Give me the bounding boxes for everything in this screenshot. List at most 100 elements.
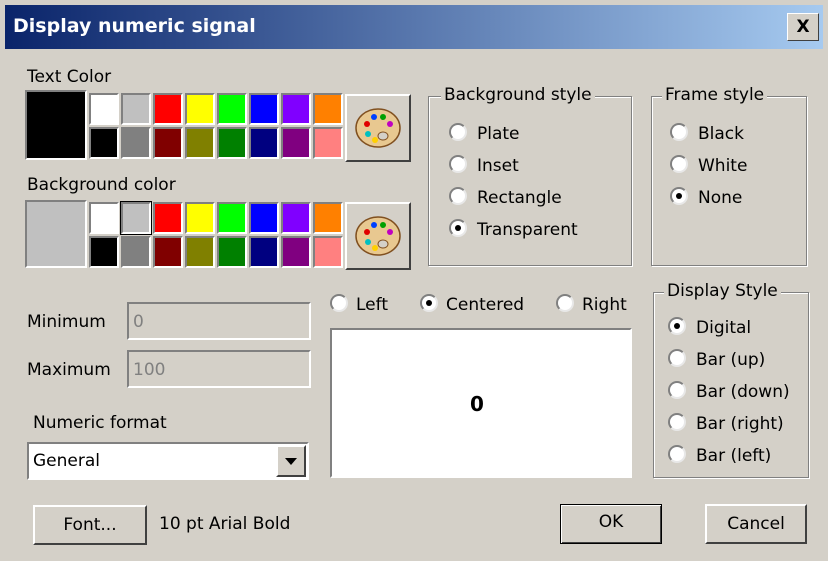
text-color-swatch[interactable] — [249, 93, 279, 125]
frame-style-group: Frame style Black White None — [651, 85, 807, 266]
alignment-radio-left[interactable]: Left — [330, 294, 388, 315]
display-style-group: Display Style Digital Bar (up) Bar (down) B… — [653, 281, 809, 478]
background-color-swatch[interactable] — [89, 236, 119, 268]
text-color-current — [25, 90, 87, 160]
display-style-radio-bar-left[interactable]: Bar (left) — [668, 445, 771, 466]
display-style-radio-bar-down[interactable]: Bar (down) — [668, 381, 790, 402]
text-color-swatch[interactable] — [153, 93, 183, 125]
text-color-swatch[interactable] — [153, 127, 183, 159]
background-color-swatch[interactable] — [153, 202, 183, 234]
background-color-swatch[interactable] — [281, 202, 311, 234]
background-style-radio-transparent[interactable]: Transparent — [449, 219, 578, 240]
numeric-format-value: General — [33, 451, 100, 471]
dialog-window: Display numeric signal X Text Color Back… — [0, 0, 828, 561]
background-style-radio-rectangle[interactable]: Rectangle — [449, 187, 562, 208]
alignment-radio-centered[interactable]: Centered — [420, 294, 524, 315]
alignment-radio-right[interactable]: Right — [556, 294, 627, 315]
display-style-option-label: Bar (right) — [696, 414, 784, 434]
frame-style-option-label: None — [698, 188, 743, 208]
radio-circle-icon — [670, 187, 688, 205]
cancel-button[interactable]: Cancel — [705, 504, 807, 544]
numeric-format-select[interactable]: General — [27, 442, 309, 480]
radio-circle-icon — [449, 187, 467, 205]
background-style-label: Background style — [441, 85, 595, 105]
background-style-group: Background style Plate Inset Rectangle Tran… — [428, 85, 632, 266]
background-style-option-label: Inset — [477, 156, 519, 176]
chevron-down-icon — [285, 458, 297, 465]
text-color-swatch[interactable] — [89, 93, 119, 125]
palette-icon — [355, 108, 401, 148]
background-color-swatch[interactable] — [120, 201, 152, 235]
text-color-swatch[interactable] — [185, 127, 215, 159]
display-style-radio-bar-up[interactable]: Bar (up) — [668, 349, 765, 370]
display-style-option-label: Bar (up) — [696, 350, 766, 370]
display-style-radio-bar-right[interactable]: Bar (right) — [668, 413, 784, 434]
text-color-swatch[interactable] — [89, 127, 119, 159]
background-color-swatch[interactable] — [185, 236, 215, 268]
background-color-swatch[interactable] — [89, 202, 119, 234]
background-style-radio-inset[interactable]: Inset — [449, 155, 519, 176]
minimum-field[interactable]: 0 — [127, 302, 311, 340]
maximum-label: Maximum — [27, 360, 111, 380]
text-color-swatch[interactable] — [185, 93, 215, 125]
alignment-option-label: Centered — [446, 295, 525, 315]
font-button[interactable]: Font... — [33, 505, 147, 545]
text-color-swatch[interactable] — [121, 127, 151, 159]
radio-circle-icon — [668, 381, 686, 399]
dropdown-button[interactable] — [276, 445, 306, 477]
radio-circle-icon — [330, 294, 348, 312]
text-color-swatch[interactable] — [121, 93, 151, 125]
background-color-swatch[interactable] — [313, 236, 343, 268]
background-color-swatch[interactable] — [313, 202, 343, 234]
preview-box: 0 — [330, 328, 632, 478]
background-color-swatch[interactable] — [249, 202, 279, 234]
palette-icon — [355, 216, 401, 256]
background-color-swatch[interactable] — [185, 202, 215, 234]
frame-style-radio-none[interactable]: None — [670, 187, 742, 208]
font-description: 10 pt Arial Bold — [159, 514, 291, 534]
display-style-label: Display Style — [664, 281, 781, 301]
numeric-format-label: Numeric format — [33, 413, 167, 433]
frame-style-radio-white[interactable]: White — [670, 155, 747, 176]
background-color-swatch[interactable] — [217, 202, 247, 234]
text-color-swatch[interactable] — [313, 93, 343, 125]
background-color-swatch[interactable] — [121, 236, 151, 268]
radio-circle-icon — [670, 123, 688, 141]
ok-button[interactable]: OK — [560, 504, 662, 544]
text-color-swatch[interactable] — [249, 127, 279, 159]
radio-circle-icon — [449, 155, 467, 173]
frame-style-option-label: Black — [698, 124, 744, 144]
background-color-swatch[interactable] — [217, 236, 247, 268]
background-color-label: Background color — [27, 175, 176, 195]
display-style-option-label: Bar (left) — [696, 446, 772, 466]
frame-style-option-label: White — [698, 156, 748, 176]
maximum-field[interactable]: 100 — [127, 350, 311, 388]
radio-circle-icon — [668, 445, 686, 463]
background-color-swatch[interactable] — [281, 236, 311, 268]
radio-circle-icon — [556, 294, 574, 312]
display-style-option-label: Bar (down) — [696, 382, 790, 402]
text-color-swatch[interactable] — [313, 127, 343, 159]
preview-value: 0 — [470, 392, 484, 416]
frame-style-radio-black[interactable]: Black — [670, 123, 744, 144]
display-style-radio-digital[interactable]: Digital — [668, 317, 751, 338]
text-color-custom-button[interactable] — [345, 94, 411, 162]
text-color-swatch[interactable] — [281, 93, 311, 125]
close-button[interactable]: X — [787, 13, 819, 41]
radio-circle-icon — [449, 123, 467, 141]
text-color-swatch[interactable] — [217, 93, 247, 125]
title-bar: Display numeric signal X — [5, 5, 823, 49]
close-icon: X — [796, 17, 810, 37]
background-color-custom-button[interactable] — [345, 202, 411, 270]
background-style-radio-plate[interactable]: Plate — [449, 123, 520, 144]
text-color-label: Text Color — [27, 67, 112, 87]
display-style-option-label: Digital — [696, 318, 752, 338]
text-color-swatch[interactable] — [281, 127, 311, 159]
background-color-swatch[interactable] — [153, 236, 183, 268]
text-color-swatch[interactable] — [217, 127, 247, 159]
background-style-option-label: Plate — [477, 124, 520, 144]
background-color-swatch[interactable] — [249, 236, 279, 268]
radio-circle-icon — [449, 219, 467, 237]
background-style-option-label: Transparent — [477, 220, 578, 240]
window-title: Display numeric signal — [13, 15, 256, 37]
